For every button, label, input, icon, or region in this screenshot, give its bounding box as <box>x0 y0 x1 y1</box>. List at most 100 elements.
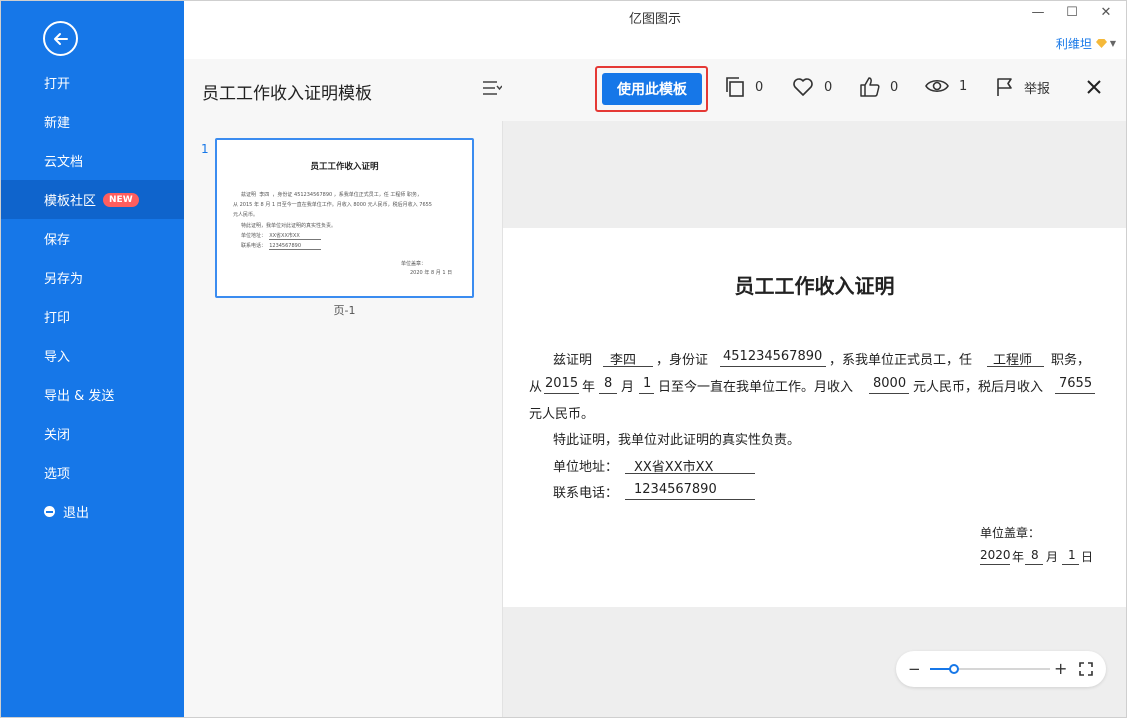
sidebar-item-label: 选项 <box>44 467 71 482</box>
mini-line-1: 兹证明 李四 ，身份证 451234567890 ，系我单位正式员工，任 工程师… <box>241 192 423 198</box>
zoom-in-button[interactable]: + <box>1054 659 1067 678</box>
sidebar-item-save[interactable]: 保存 <box>1 219 184 258</box>
maximize-button[interactable]: ☐ <box>1064 5 1080 20</box>
zoom-out-button[interactable]: − <box>908 660 921 678</box>
doc-sign-year: 2020 <box>980 548 1011 562</box>
sidebar-item-options[interactable]: 选项 <box>1 453 184 492</box>
mini-seal: 单位盖章： <box>401 261 427 267</box>
mini-line-3: 元人民币。 <box>233 212 259 218</box>
list-menu-icon[interactable] <box>482 79 502 97</box>
like-count: 0 <box>890 79 899 95</box>
window-title: 亿图图示 <box>628 12 681 27</box>
mini-line-5: 单位地址： XX省XX市XX <box>241 233 300 239</box>
chevron-down-icon: ▼ <box>1109 39 1116 48</box>
window-controls: — ☐ ✕ <box>1030 5 1114 20</box>
use-template-button[interactable]: 使用此模板 <box>602 73 702 105</box>
sidebar-item-save-as[interactable]: 另存为 <box>1 258 184 297</box>
mini-underline <box>269 249 321 250</box>
doc-seal-label: 单位盖章： <box>980 526 1041 540</box>
zoom-slider-handle[interactable] <box>949 664 959 674</box>
page-thumbnail[interactable]: 员工工作收入证明 兹证明 李四 ，身份证 451234567890 ，系我单位正… <box>215 138 474 298</box>
view-count: 1 <box>959 78 968 94</box>
underline <box>720 366 826 367</box>
user-menu[interactable]: 利维坦 ▼ <box>1056 35 1116 52</box>
thumbs-up-icon <box>860 77 880 97</box>
sidebar-item-print[interactable]: 打印 <box>1 297 184 336</box>
sidebar-menu: 打开 新建 云文档 模板社区 NEW 保存 另存为 打印 导入 导出 & 发送 … <box>1 63 184 531</box>
close-icon[interactable] <box>1086 79 1102 95</box>
document-page: 员工工作收入证明 兹证明 李四 ，身份证 451234567890 ，系我单位正… <box>503 228 1126 607</box>
doc-after-tax: 7655 <box>1059 376 1093 391</box>
page-title: 员工工作收入证明模板 <box>202 84 372 104</box>
sidebar-item-close[interactable]: 关闭 <box>1 414 184 453</box>
mini-underline <box>269 239 321 240</box>
doc-phone-label: 联系电话： <box>553 486 619 501</box>
underline <box>980 564 1010 565</box>
back-button[interactable] <box>43 21 78 56</box>
report-button[interactable]: 举报 <box>996 77 1050 97</box>
app-window: 打开 新建 云文档 模板社区 NEW 保存 另存为 打印 导入 导出 & 发送 … <box>0 0 1127 718</box>
underline <box>987 366 1044 367</box>
sidebar-item-label: 新建 <box>44 116 71 131</box>
underline <box>544 393 579 394</box>
new-badge: NEW <box>103 192 139 207</box>
sidebar-item-label: 另存为 <box>44 272 84 287</box>
like-button[interactable]: 0 <box>860 77 898 97</box>
underline <box>1062 564 1079 565</box>
underline <box>639 393 654 394</box>
sidebar-item-cloud-docs[interactable]: 云文档 <box>1 141 184 180</box>
copy-button[interactable]: 0 <box>725 77 763 97</box>
sidebar-item-open[interactable]: 打开 <box>1 63 184 102</box>
doc-text: 月 <box>1046 550 1059 564</box>
doc-text: ，身份证 <box>656 353 709 368</box>
doc-text: 年 <box>1012 550 1025 564</box>
doc-text: 从 <box>529 380 543 395</box>
sidebar-item-import[interactable]: 导入 <box>1 336 184 375</box>
heart-icon <box>793 78 813 96</box>
arrow-left-icon <box>53 32 68 45</box>
sidebar-item-label: 模板社区 <box>44 194 97 209</box>
sidebar-item-label: 云文档 <box>44 155 84 170</box>
thumbnail-page-label: 页-1 <box>333 304 356 317</box>
sidebar-item-exit[interactable]: 退出 <box>1 492 184 531</box>
sidebar-item-label: 打印 <box>44 311 71 326</box>
favorite-button[interactable]: 0 <box>792 77 832 97</box>
underline <box>869 393 909 394</box>
underline <box>1025 564 1043 565</box>
page-thumbnail-panel: 1 员工工作收入证明 兹证明 李四 ，身份证 451234567890 ，系我单… <box>184 121 503 717</box>
sidebar-item-new[interactable]: 新建 <box>1 102 184 141</box>
fullscreen-icon[interactable] <box>1079 662 1093 676</box>
mini-doc-title: 员工工作收入证明 <box>310 162 379 172</box>
underline <box>599 393 617 394</box>
mini-date: 2020 年 8 月 1 日 <box>410 270 453 276</box>
doc-address-label: 单位地址： <box>553 460 619 475</box>
doc-income: 8000 <box>873 376 907 391</box>
title-bar: 亿图图示 — ☐ ✕ 利维坦 ▼ <box>184 1 1126 59</box>
vip-diamond-icon <box>1095 39 1107 48</box>
doc-text: ，系我单位正式员工，任 <box>829 353 973 368</box>
sidebar-item-export-send[interactable]: 导出 & 发送 <box>1 375 184 414</box>
user-name: 利维坦 <box>1055 37 1092 51</box>
zoom-slider[interactable] <box>930 664 1050 674</box>
doc-sign-month: 8 <box>1031 548 1039 562</box>
underline <box>1055 393 1095 394</box>
sidebar-item-label: 退出 <box>63 506 90 521</box>
view-count-indicator: 1 <box>925 77 967 95</box>
sidebar-item-template-community[interactable]: 模板社区 NEW <box>1 180 184 219</box>
doc-text: 月 <box>621 380 635 395</box>
doc-day: 1 <box>643 376 652 391</box>
preview-area: 员工工作收入证明 兹证明 李四 ，身份证 451234567890 ，系我单位正… <box>503 121 1126 717</box>
sidebar-item-label: 关闭 <box>44 428 71 443</box>
doc-month: 8 <box>604 376 613 391</box>
doc-id-number: 451234567890 <box>723 349 823 364</box>
doc-phone: 1234567890 <box>634 482 717 497</box>
eye-icon <box>925 79 949 93</box>
minimize-button[interactable]: — <box>1030 5 1046 20</box>
favorite-count: 0 <box>824 79 833 95</box>
thumbnail-number: 1 <box>201 142 209 156</box>
close-window-button[interactable]: ✕ <box>1098 5 1114 20</box>
flag-icon <box>997 78 1012 96</box>
mini-line-2: 从 2015 年 8 月 1 日至今一直在我单位工作。月收入 8000 元人民币… <box>233 202 432 208</box>
doc-text: 元人民币，税后月收入 <box>913 380 1044 395</box>
doc-text: 元人民币。 <box>529 407 595 422</box>
